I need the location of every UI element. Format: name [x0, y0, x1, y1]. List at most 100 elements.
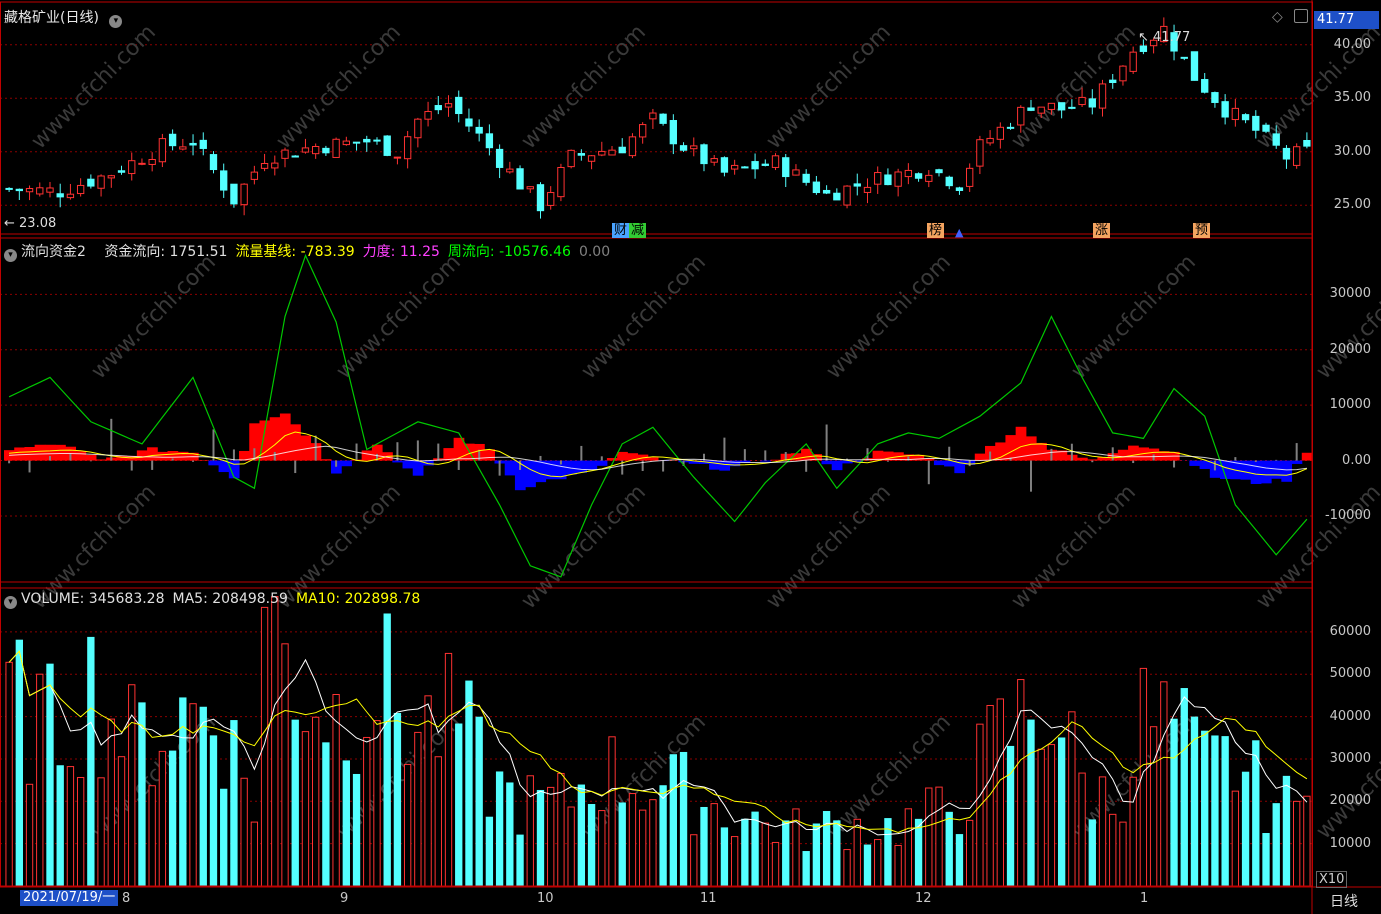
candle-body: [792, 169, 800, 176]
volume-bar: [373, 720, 381, 887]
candle-body: [66, 193, 75, 199]
volume-bar: [1211, 735, 1219, 887]
volume-bar: [782, 820, 790, 887]
volume-bar: [710, 803, 718, 887]
volume-bar: [874, 839, 882, 887]
flow-bar: [1250, 460, 1262, 484]
watermark-text: www.cfchi.com: [1067, 250, 1201, 384]
event-marker[interactable]: 减: [629, 223, 647, 238]
candle-body: [628, 136, 637, 157]
volume-bar: [1027, 719, 1035, 887]
flow-bar: [136, 450, 148, 461]
candle-body: [945, 176, 953, 187]
volume-bar: [669, 754, 677, 887]
candle-body: [15, 188, 23, 192]
diamond-icon[interactable]: ◇: [1272, 9, 1283, 25]
volume-bar: [322, 742, 330, 887]
flow-bar: [535, 460, 547, 483]
volume-indicator-value: VOLUME: 345683.28: [21, 591, 165, 607]
volume-bar: [220, 788, 228, 887]
volume-bar: [1221, 736, 1229, 887]
watermark-text: www.cfchi.com: [1312, 250, 1381, 384]
volume-bar: [506, 782, 514, 887]
volume-bar: [1262, 833, 1270, 887]
volume-bar: [843, 849, 851, 887]
volume-indicator-value: MA5: 208498.59: [172, 591, 288, 607]
candle-body: [271, 162, 279, 169]
candle-body: [853, 183, 861, 187]
watermark-text: www.cfchi.com: [822, 250, 956, 384]
candle-body: [138, 162, 146, 165]
event-marker[interactable]: 财: [612, 223, 630, 238]
event-marker[interactable]: 预: [1193, 223, 1211, 238]
volume-bar: [526, 775, 534, 887]
flow-bar: [14, 447, 25, 461]
stock-chart[interactable]: www.cfchi.com www.cfchi.com www.cfchi.com w…: [0, 0, 1381, 914]
volume-bar: [833, 820, 841, 887]
volume-bar: [475, 716, 483, 887]
candle-body: [281, 149, 289, 159]
flow-bar: [770, 459, 782, 461]
volume-bar: [536, 789, 545, 887]
flow-bar: [606, 458, 618, 461]
volume-bar: [1241, 771, 1250, 887]
candle-body: [1282, 147, 1291, 160]
volume-bar: [1068, 711, 1076, 887]
candle-body: [802, 173, 810, 183]
volume-header: ▾ VOLUME: 345683.28 MA5: 208498.59 MA10: 20…: [4, 591, 428, 609]
event-marker[interactable]: 榜: [927, 223, 945, 238]
candle-body: [107, 175, 115, 179]
volume-bar: [1057, 737, 1066, 887]
volume-bar: [894, 844, 902, 887]
flow-bar: [361, 450, 373, 461]
flow-bar: [995, 442, 1006, 461]
volume-bar: [240, 777, 248, 887]
candle-body: [25, 188, 34, 193]
volume-bar: [741, 818, 749, 887]
high-price-label: ↖ 41.77: [1138, 30, 1191, 45]
volume-menu-icon[interactable]: ▾: [4, 596, 17, 609]
candle-body: [87, 178, 95, 187]
flow-menu-icon[interactable]: ▾: [4, 249, 17, 262]
watermark-text: www.cfchi.com: [87, 250, 221, 384]
candle-body: [414, 118, 422, 139]
candle-body: [475, 126, 483, 134]
candle-body: [1190, 51, 1199, 81]
flow-bar: [1005, 435, 1017, 461]
volume-bar: [260, 606, 269, 887]
zoom-label[interactable]: X10: [1316, 871, 1348, 888]
flow-bar: [412, 460, 424, 476]
stock-title[interactable]: 藏格矿业(日线): [4, 10, 99, 26]
volume-bar: [598, 810, 606, 887]
candle-body: [649, 112, 657, 120]
volume-bar: [659, 785, 667, 887]
axis-tick-label: 40000: [1329, 708, 1371, 724]
window-icon[interactable]: [1294, 9, 1308, 23]
flow-bar: [75, 451, 87, 461]
candle-body: [812, 181, 821, 194]
flow-bar: [709, 460, 720, 470]
candle-body: [424, 111, 432, 120]
volume-bar: [1109, 813, 1117, 887]
flow-bar: [208, 460, 220, 466]
volume-bar: [955, 834, 964, 887]
volume-bar: [567, 806, 575, 887]
volume-bar: [1272, 803, 1280, 887]
flow-bar: [596, 460, 608, 466]
event-marker[interactable]: 涨: [1093, 223, 1111, 238]
flow-title[interactable]: 流向资金2: [21, 244, 86, 260]
candle-body: [179, 146, 187, 150]
volume-bar: [393, 712, 402, 887]
period-button[interactable]: 日线: [1330, 891, 1358, 911]
volume-bar: [1252, 740, 1260, 887]
dropdown-icon[interactable]: ▾: [109, 15, 123, 28]
candle-body: [700, 144, 708, 165]
watermark-text: www.cfchi.com: [1252, 480, 1381, 614]
volume-bar: [138, 702, 146, 887]
candle-body: [751, 161, 759, 170]
candle-body: [209, 154, 218, 171]
candle-body: [557, 166, 565, 198]
candle-body: [1139, 45, 1148, 52]
candle-body: [1037, 106, 1045, 114]
up-arrow-icon: ▲: [955, 226, 964, 239]
